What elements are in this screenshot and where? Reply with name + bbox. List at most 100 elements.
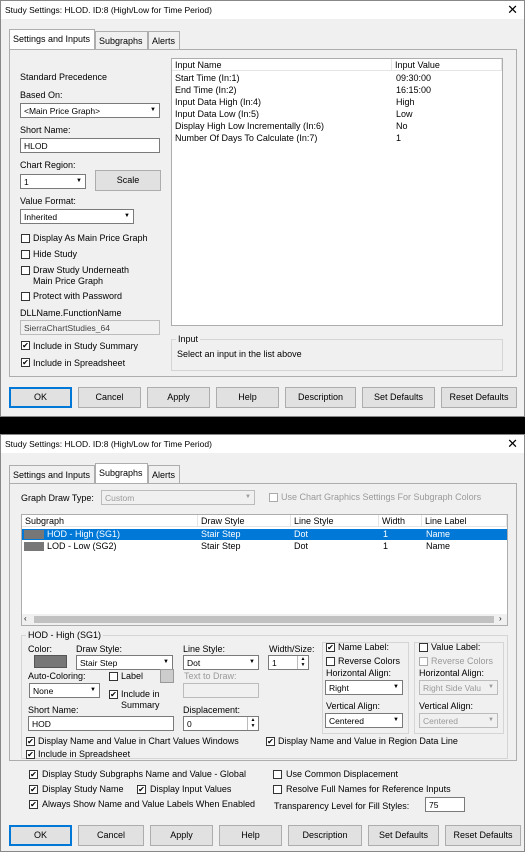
close-icon[interactable]: ✕ <box>507 2 518 18</box>
value-label-checkbox[interactable] <box>419 643 428 652</box>
subgraph-width[interactable]: 1 <box>383 529 388 539</box>
always-show-checkbox[interactable]: ✔ <box>29 800 38 809</box>
include-spreadsheet-checkbox[interactable]: ✔ <box>26 750 35 759</box>
tab-alerts[interactable]: Alerts <box>148 465 180 483</box>
help-button[interactable]: Help <box>219 825 282 846</box>
input-row-value[interactable]: 16:15:00 <box>396 85 431 95</box>
draw-underneath-checkbox[interactable] <box>21 266 30 275</box>
ok-button[interactable]: OK <box>9 825 72 846</box>
width-size-stepper[interactable]: 1 ▲ ▼ <box>268 655 309 670</box>
color-swatch-button[interactable] <box>34 655 67 668</box>
subgraph-draw-style[interactable]: Stair Step <box>201 529 241 539</box>
name-label-checkbox[interactable]: ✔ <box>326 643 335 652</box>
display-study-name-checkbox[interactable]: ✔ <box>29 785 38 794</box>
label-checkbox[interactable] <box>109 672 118 681</box>
auto-coloring-select[interactable]: None ▼ <box>29 683 100 698</box>
draw-style-select[interactable]: Stair Step ▼ <box>76 655 173 670</box>
tab-alerts[interactable]: Alerts <box>148 31 180 49</box>
ok-button[interactable]: OK <box>9 387 72 408</box>
hide-study-checkbox[interactable] <box>21 250 30 259</box>
subgraph-name[interactable]: HOD - High (SG1) <box>47 529 120 539</box>
dll-input[interactable]: SierraChartStudies_64 <box>20 320 160 335</box>
horizontal-scrollbar[interactable]: ‹ › <box>22 614 507 625</box>
v-align-2-select[interactable]: Centered ▼ <box>419 713 498 728</box>
h-align-select[interactable]: Right ▼ <box>325 680 403 695</box>
region-data-checkbox[interactable]: ✔ <box>266 737 275 746</box>
subgraph-line-style[interactable]: Dot <box>294 529 308 539</box>
input-row-name[interactable]: Input Data Low (In:5) <box>175 109 259 119</box>
label-color-button[interactable] <box>160 669 174 683</box>
tab-settings-and-inputs[interactable]: Settings and Inputs <box>9 465 95 483</box>
input-row-value[interactable]: 09:30:00 <box>396 73 431 83</box>
graph-draw-type-select[interactable]: Custom ▼ <box>101 490 255 505</box>
subgraph-name[interactable]: LOD - Low (SG2) <box>47 541 117 551</box>
input-row-value[interactable]: High <box>396 97 415 107</box>
short-name-input[interactable]: HOD <box>28 716 174 731</box>
chart-region-select[interactable]: 1 ▼ <box>20 174 86 189</box>
resolve-names-checkbox[interactable] <box>273 785 282 794</box>
protect-password-checkbox[interactable] <box>21 292 30 301</box>
tab-settings-and-inputs[interactable]: Settings and Inputs <box>9 29 95 49</box>
cancel-button[interactable]: Cancel <box>78 387 141 408</box>
column-header-draw-style[interactable]: Draw Style <box>198 515 291 527</box>
input-row-name[interactable]: Number Of Days To Calculate (In:7) <box>175 133 317 143</box>
input-row-name[interactable]: Input Data High (In:4) <box>175 97 261 107</box>
reset-defaults-button[interactable]: Reset Defaults <box>445 825 521 846</box>
chevron-right-icon[interactable]: › <box>499 614 502 623</box>
subgraph-line-label[interactable]: Name <box>426 529 450 539</box>
display-input-values-checkbox[interactable]: ✔ <box>137 785 146 794</box>
display-global-checkbox[interactable]: ✔ <box>29 770 38 779</box>
input-row-name[interactable]: End Time (In:2) <box>175 85 237 95</box>
tab-subgraphs[interactable]: Subgraphs <box>95 463 148 483</box>
value-format-select[interactable]: Inherited ▼ <box>20 209 134 224</box>
subgraph-draw-style[interactable]: Stair Step <box>201 541 241 551</box>
scale-button[interactable]: Scale <box>95 170 161 191</box>
column-header-input-name[interactable]: Input Name <box>172 59 392 71</box>
column-header-input-value[interactable]: Input Value <box>392 59 502 71</box>
include-summary-checkbox[interactable]: ✔ <box>21 341 30 350</box>
tab-subgraphs[interactable]: Subgraphs <box>95 31 148 49</box>
help-button[interactable]: Help <box>216 387 279 408</box>
spinner-icon[interactable]: ▲ ▼ <box>297 656 308 669</box>
chart-values-checkbox[interactable]: ✔ <box>26 737 35 746</box>
cancel-button[interactable]: Cancel <box>78 825 144 846</box>
reverse-colors-checkbox[interactable] <box>326 657 335 666</box>
common-displacement-checkbox[interactable] <box>273 770 282 779</box>
spinner-icon[interactable]: ▲ ▼ <box>247 717 258 730</box>
set-defaults-button[interactable]: Set Defaults <box>368 825 439 846</box>
based-on-select[interactable]: <Main Price Graph> ▼ <box>20 103 160 118</box>
reset-defaults-button[interactable]: Reset Defaults <box>441 387 517 408</box>
text-to-draw-input[interactable] <box>183 683 259 698</box>
column-header-subgraph[interactable]: Subgraph <box>22 515 198 527</box>
inputs-list[interactable]: Input Name Input Value Start Time (In:1)… <box>171 58 503 326</box>
input-row-name[interactable]: Display High Low Incrementally (In:6) <box>175 121 324 131</box>
scrollbar-thumb[interactable] <box>34 616 494 623</box>
subgraph-line-style[interactable]: Dot <box>294 541 308 551</box>
subgraph-width[interactable]: 1 <box>383 541 388 551</box>
subgraph-list[interactable]: Subgraph Draw Style Line Style Width Lin… <box>21 514 508 626</box>
short-name-input[interactable]: HLOD <box>20 138 160 153</box>
description-button[interactable]: Description <box>285 387 356 408</box>
transparency-input[interactable]: 75 <box>425 797 465 812</box>
line-style-select[interactable]: Dot ▼ <box>183 655 259 670</box>
input-row-value[interactable]: Low <box>396 109 413 119</box>
input-row-name[interactable]: Start Time (In:1) <box>175 73 240 83</box>
subgraph-line-label[interactable]: Name <box>426 541 450 551</box>
h-align-2-select[interactable]: Right Side Valu ▼ <box>419 680 498 695</box>
displacement-stepper[interactable]: 0 ▲ ▼ <box>183 716 259 731</box>
include-summary-checkbox[interactable]: ✔ <box>109 690 118 699</box>
display-main-checkbox[interactable] <box>21 234 30 243</box>
column-header-width[interactable]: Width <box>379 515 422 527</box>
v-align-select[interactable]: Centered ▼ <box>325 713 403 728</box>
description-button[interactable]: Description <box>288 825 362 846</box>
chevron-left-icon[interactable]: ‹ <box>24 614 27 623</box>
column-header-line-label[interactable]: Line Label <box>422 515 507 527</box>
include-spreadsheet-checkbox[interactable]: ✔ <box>21 358 30 367</box>
use-chart-graphics-checkbox[interactable] <box>269 493 278 502</box>
set-defaults-button[interactable]: Set Defaults <box>362 387 435 408</box>
close-icon[interactable]: ✕ <box>507 436 518 452</box>
input-row-value[interactable]: No <box>396 121 408 131</box>
input-row-value[interactable]: 1 <box>396 133 401 143</box>
reverse-colors-2-checkbox[interactable] <box>419 657 428 666</box>
column-header-line-style[interactable]: Line Style <box>291 515 379 527</box>
